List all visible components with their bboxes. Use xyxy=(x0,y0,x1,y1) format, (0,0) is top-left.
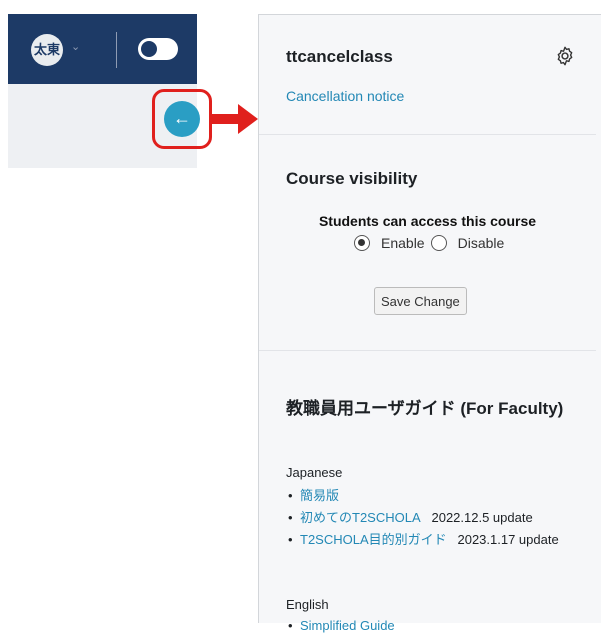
update-note: 2022.12.5 update xyxy=(431,510,533,525)
user-avatar[interactable]: 太東 xyxy=(31,34,63,66)
block-drawer: ttcancelclass Cancellation notice Course… xyxy=(258,14,601,637)
visibility-radio-group: Enable Disable xyxy=(354,235,510,251)
guide-link-simplified[interactable]: Simplified Guide xyxy=(300,618,395,633)
open-drawer-button[interactable]: ← xyxy=(164,101,200,137)
visibility-title: Course visibility xyxy=(286,169,418,188)
course-name: ttcancelclass xyxy=(286,47,393,66)
red-arrow-icon xyxy=(212,104,258,134)
list-item: Simplified Guide xyxy=(286,615,576,637)
guide-title: 教職員用ユーザガイド (For Faculty) xyxy=(286,399,564,418)
guide-link-first-t2schola[interactable]: 初めてのT2SCHOLA xyxy=(300,510,421,525)
guide-link-purpose[interactable]: T2SCHOLA目的別ガイド xyxy=(300,532,447,547)
faculty-guide-block: 教職員用ユーザガイド (For Faculty) Japanese 簡易版 初め… xyxy=(259,351,596,637)
course-info-block: ttcancelclass Cancellation notice xyxy=(259,15,596,135)
highlight-box: ← xyxy=(152,89,212,149)
visibility-subtitle: Students can access this course xyxy=(318,213,537,229)
gear-icon[interactable] xyxy=(554,45,576,67)
course-visibility-block: Course visibility Students can access th… xyxy=(259,135,596,351)
update-note: 2023.1.17 update xyxy=(457,532,559,547)
enable-radio[interactable] xyxy=(354,235,370,251)
save-change-button[interactable]: Save Change xyxy=(374,287,467,315)
english-label: English xyxy=(286,597,329,612)
navbar-divider xyxy=(116,32,117,68)
chevron-down-icon[interactable]: ⌄ xyxy=(71,40,80,53)
disable-radio[interactable] xyxy=(430,235,447,251)
toggle-knob xyxy=(141,41,157,57)
edit-mode-toggle[interactable] xyxy=(138,38,178,60)
list-item: 初めてのT2SCHOLA 2022.12.5 update xyxy=(286,507,576,529)
navbar: 太東 ⌄ xyxy=(8,14,197,84)
guide-link-simple[interactable]: 簡易版 xyxy=(300,488,339,503)
disable-label: Disable xyxy=(457,235,505,251)
enable-label: Enable xyxy=(381,235,425,251)
cancellation-notice-link[interactable]: Cancellation notice xyxy=(286,88,404,104)
japanese-label: Japanese xyxy=(286,465,343,480)
list-item: T2SCHOLA目的別ガイド 2023.1.17 update xyxy=(286,529,576,551)
english-guide-list: Simplified Guide xyxy=(286,615,576,637)
list-item: 簡易版 xyxy=(286,485,576,507)
japanese-guide-list: 簡易版 初めてのT2SCHOLA 2022.12.5 update T2SCHO… xyxy=(286,485,576,551)
